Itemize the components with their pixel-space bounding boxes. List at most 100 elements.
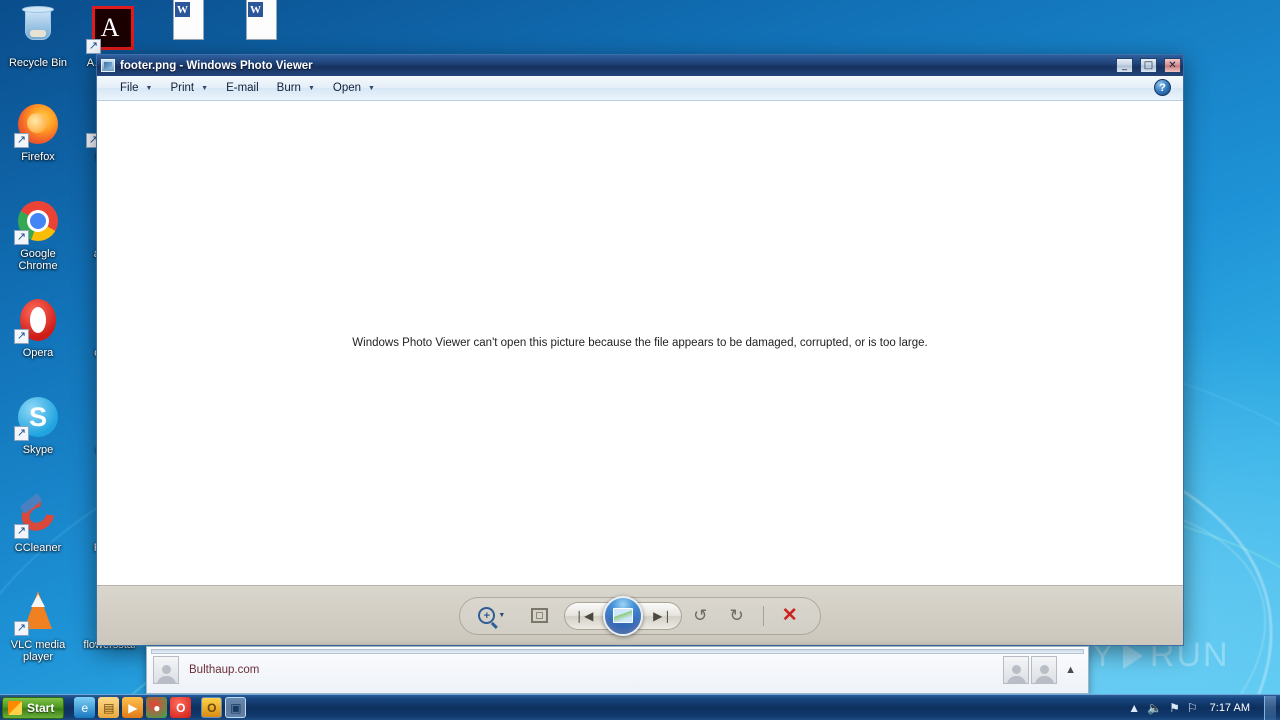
photo-viewer-icon (101, 59, 115, 72)
chevron-down-icon: ▼ (368, 84, 375, 92)
taskbar-windows-explorer[interactable]: ▤ (98, 697, 120, 718)
taskbar: Start e ▤ ▶ ● O O ▣ ▲ 🔈 ⚑ ⚐ 7:17 AM (0, 694, 1280, 720)
collapse-button[interactable]: ▲ (1065, 664, 1076, 676)
menu-item-burn[interactable]: Burn ▼ (268, 79, 324, 97)
menu-item-label: File (120, 82, 139, 94)
windows-photo-viewer-window: footer.png - Windows Photo Viewer _ □ ✕ … (96, 54, 1184, 646)
desktop-icon-label: Google Chrome (18, 248, 58, 272)
desktop-icon-word-document-1[interactable]: W (150, 0, 226, 47)
menu-item-label: Print (170, 82, 195, 94)
window-title: footer.png - Windows Photo Viewer (120, 59, 313, 72)
desktop-icon-label: CCleaner (14, 542, 62, 554)
volume-icon[interactable]: 🔈 (1147, 702, 1162, 714)
contact-name[interactable]: Bulthaup.com (189, 664, 1003, 676)
window-titlebar[interactable]: footer.png - Windows Photo Viewer _ □ ✕ (97, 55, 1183, 76)
action-center-icon[interactable]: ⚑ (1169, 702, 1180, 714)
system-tray: ▲ 🔈 ⚑ ⚐ 7:17 AM (1128, 695, 1280, 720)
rotate-right-button[interactable]: ↻ (719, 601, 755, 631)
desktop-icon-vlc-media-player[interactable]: ↗ VLC media player (0, 588, 76, 663)
menu-item-open[interactable]: Open ▼ (324, 79, 384, 97)
minimize-button[interactable]: _ (1116, 58, 1133, 73)
magnifier-icon: + (478, 607, 496, 624)
add-contact-button[interactable] (1003, 656, 1030, 684)
menu-item-label: Burn (276, 82, 301, 94)
desktop-icon-label: VLC media player (10, 639, 66, 663)
image-canvas: Windows Photo Viewer can't open this pic… (97, 101, 1183, 585)
desktop-icon-label: Firefox (21, 151, 55, 163)
shortcut-overlay-icon: ↗ (14, 426, 29, 441)
vlc-media-player-icon: ↗ (14, 588, 62, 636)
window-bottom-toolbar: + ▼ ❘◀ ▶❘ ↺ ↻ ✕ (97, 585, 1183, 645)
shortcut-overlay-icon: ↗ (14, 329, 29, 344)
desktop: Recycle Bin ↗ Firefox ↗ Google Chrome ↗ … (0, 0, 1280, 720)
shortcut-overlay-icon: ↗ (14, 230, 29, 245)
word-document-icon: W (164, 0, 212, 44)
desktop-icon-label: Recycle Bin (8, 57, 68, 69)
windows-explorer-icon: ▤ (103, 700, 115, 715)
show-desktop-button[interactable] (1264, 695, 1276, 720)
desktop-icon-word-document-2[interactable]: W (223, 0, 299, 47)
menu-item-email[interactable]: E-mail (217, 79, 268, 97)
maximize-button[interactable]: □ (1140, 58, 1157, 73)
slideshow-button[interactable] (603, 595, 644, 636)
help-icon[interactable]: ? (1154, 79, 1171, 96)
office-icon: O (207, 700, 217, 715)
delete-button[interactable]: ✕ (772, 601, 808, 631)
taskbar-google-chrome[interactable]: ● (146, 697, 168, 718)
taskbar-opera[interactable]: O (170, 697, 192, 718)
shortcut-overlay-icon: ↗ (14, 133, 29, 148)
start-label: Start (27, 700, 55, 715)
opera-icon: ↗ (14, 296, 62, 344)
shortcut-overlay-icon: ↗ (14, 621, 29, 636)
taskbar-tasks: O ▣ (201, 697, 247, 718)
chevron-down-icon: ▼ (201, 84, 209, 92)
photo-controls: + ▼ ❘◀ ▶❘ ↺ ↻ ✕ (459, 595, 821, 636)
taskbar-internet-explorer[interactable]: e (74, 697, 96, 718)
panel-action-buttons (1003, 656, 1058, 684)
fit-to-window-button[interactable] (515, 601, 564, 631)
chevron-down-icon: ▼ (498, 612, 506, 619)
shortcut-overlay-icon: ↗ (14, 524, 29, 539)
chevron-down-icon: ▼ (145, 84, 153, 92)
desktop-icon-ccleaner[interactable]: ↗ CCleaner (0, 491, 76, 554)
desktop-icon-label: Skype (22, 444, 54, 456)
windows-logo-icon (8, 700, 22, 715)
zoom-button[interactable]: + ▼ (472, 601, 515, 631)
google-chrome-icon: ● (153, 700, 161, 715)
desktop-icon-google-chrome[interactable]: ↗ Google Chrome (0, 197, 76, 272)
panel-scrollbar[interactable] (151, 649, 1084, 654)
desktop-icon-firefox[interactable]: ↗ Firefox (0, 100, 76, 163)
windows-media-player-icon: ▶ (128, 700, 138, 715)
contacts-button[interactable] (1031, 656, 1058, 684)
clock[interactable]: 7:17 AM (1205, 702, 1255, 714)
network-icon[interactable]: ⚐ (1187, 702, 1198, 714)
start-button[interactable]: Start (2, 696, 65, 719)
shortcut-overlay-icon: ↗ (86, 39, 101, 54)
contact-panel: Bulthaup.com ▲ (146, 646, 1089, 694)
quick-launch: e ▤ ▶ ● O (74, 697, 192, 718)
word-document-icon: W (237, 0, 285, 44)
internet-explorer-icon: e (81, 700, 89, 715)
error-message: Windows Photo Viewer can't open this pic… (352, 337, 928, 349)
toolbar-divider (762, 605, 764, 626)
menu-item-file[interactable]: File ▼ (111, 79, 161, 97)
fit-to-window-icon (531, 608, 549, 623)
show-hidden-icons-button[interactable]: ▲ (1128, 702, 1140, 714)
adobe-reader-icon: A ↗ (86, 6, 134, 54)
desktop-icon-opera[interactable]: ↗ Opera (0, 296, 76, 359)
menu-item-print[interactable]: Print ▼ (161, 79, 217, 97)
desktop-icon-skype[interactable]: S ↗ Skype (0, 393, 76, 456)
close-button[interactable]: ✕ (1164, 58, 1181, 73)
opera-icon: O (176, 700, 186, 715)
rotate-left-button[interactable]: ↺ (682, 601, 718, 631)
taskbar-task-office-document[interactable]: O (201, 697, 223, 718)
slideshow-icon (613, 608, 634, 623)
taskbar-task-windows-photo-viewer[interactable]: ▣ (225, 697, 247, 718)
firefox-icon: ↗ (14, 100, 62, 148)
chevron-down-icon: ▼ (307, 84, 315, 92)
contact-avatar (153, 656, 179, 684)
desktop-icon-recycle-bin[interactable]: Recycle Bin (0, 6, 76, 69)
skype-icon: S ↗ (14, 393, 62, 441)
taskbar-windows-media-player[interactable]: ▶ (122, 697, 144, 718)
navigation-group: ❘◀ ▶❘ (564, 595, 683, 636)
